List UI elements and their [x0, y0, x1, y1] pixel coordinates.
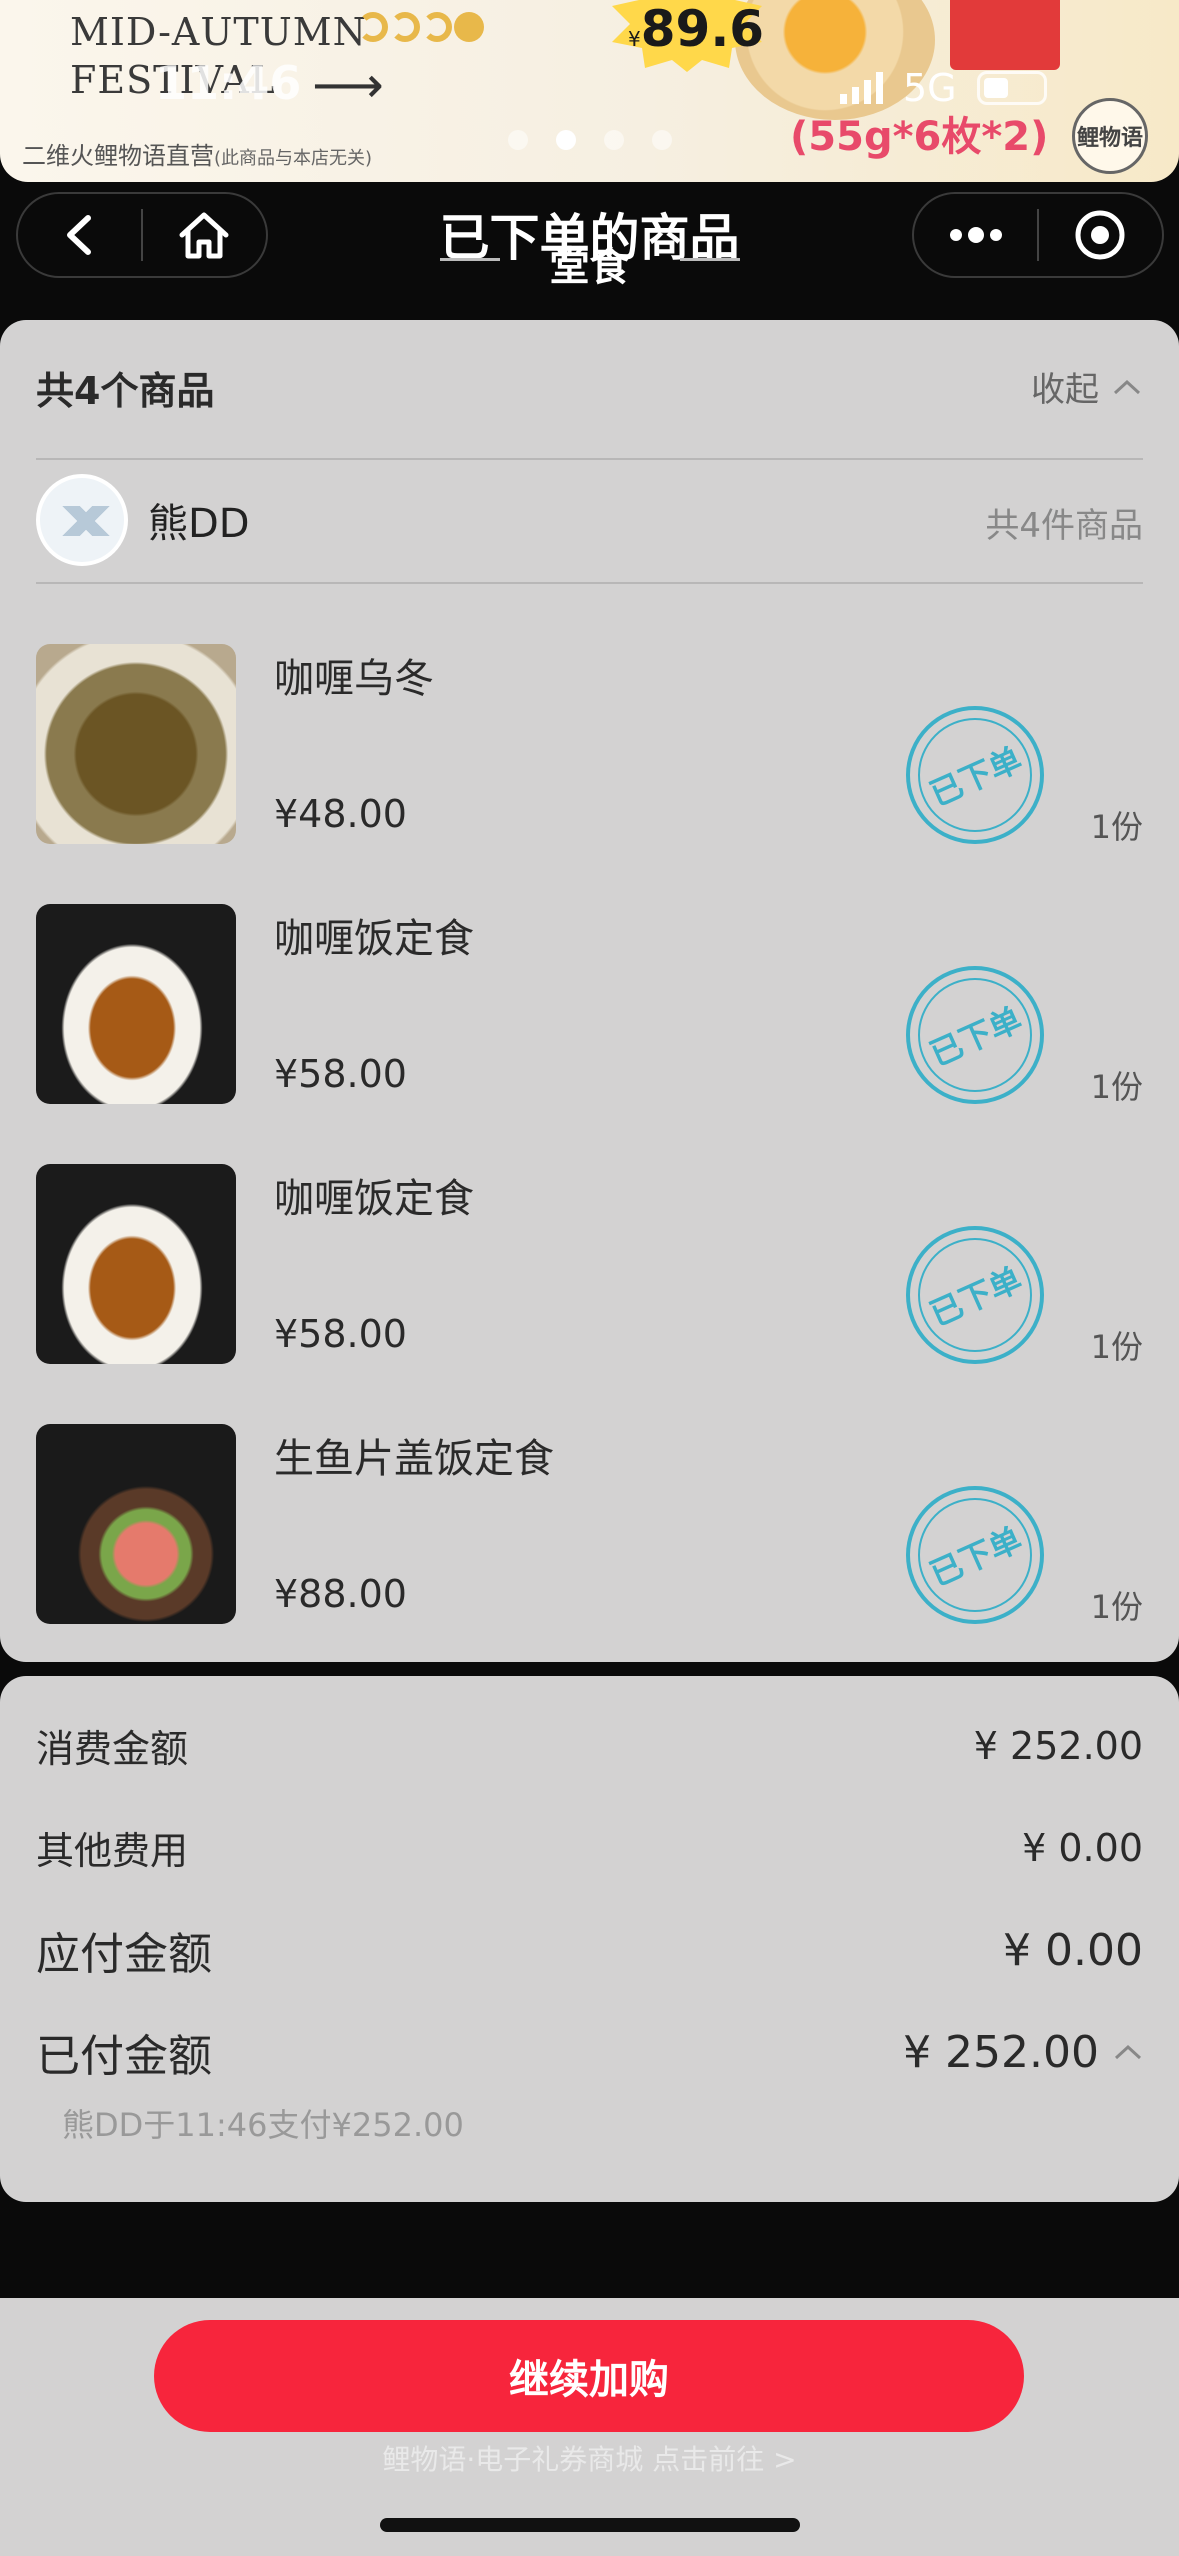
list-item[interactable]: 咖喱饭定食 ¥58.00 已下单 1份	[36, 904, 1143, 1106]
banner-price: ¥89.6	[628, 0, 764, 58]
dish-price: ¥88.00	[274, 1572, 407, 1616]
dish-name: 咖喱乌冬	[274, 656, 434, 702]
network-label: 5G	[903, 66, 957, 110]
payable-label: 应付金额	[36, 1929, 212, 1980]
banner-headline-line1: MID-AUTUMN	[70, 10, 367, 54]
dish-qty: 1份	[1090, 808, 1143, 846]
home-indicator	[380, 2518, 800, 2532]
stamp-text: 已下单	[924, 1259, 1028, 1334]
paid-value-group: ¥ 252.00	[903, 2027, 1143, 2078]
battery-icon	[976, 71, 1047, 105]
ordered-stamp: 已下单	[906, 706, 1044, 844]
banner-price-value: 89.6	[640, 0, 765, 58]
dish-price: ¥58.00	[274, 1052, 407, 1096]
dish-qty: 1份	[1090, 1328, 1143, 1366]
payable-row: 应付金额 ¥ 0.00	[36, 1918, 1143, 1982]
consume-value: ¥ 252.00	[973, 1723, 1143, 1768]
ordered-stamp: 已下单	[906, 966, 1044, 1104]
banner-spec: (55g*6枚*2)	[790, 114, 1049, 160]
avatar	[36, 474, 128, 566]
list-item[interactable]: 咖喱乌冬 ¥48.00 已下单 1份	[36, 644, 1143, 846]
more-button[interactable]	[914, 194, 1037, 276]
paid-row[interactable]: 已付金额 ¥ 252.00	[36, 2020, 1143, 2084]
chevron-up-icon	[1114, 2044, 1142, 2060]
banner-shop-note: (此商品与本店无关)	[214, 148, 373, 169]
mall-link[interactable]: 鲤物语·电子礼券商城 点击前往 >	[0, 2438, 1179, 2478]
stamp-text: 已下单	[924, 999, 1028, 1074]
payable-value: ¥ 0.00	[1003, 1924, 1143, 1976]
bottom-bar: 继续加购 鲤物语·电子礼券商城 点击前往 >	[0, 2298, 1179, 2556]
stamp-text: 已下单	[924, 1519, 1028, 1594]
ordered-stamp: 已下单	[906, 1226, 1044, 1364]
chevron-up-icon	[1113, 379, 1141, 394]
close-miniapp-button[interactable]	[1039, 194, 1162, 276]
orderer-item-count: 共4件商品	[985, 506, 1143, 546]
dish-name: 咖喱饭定食	[274, 1176, 474, 1222]
moon-phase-icon	[358, 12, 484, 42]
nav-capsule-right	[912, 192, 1164, 278]
orderer-name: 熊DD	[148, 501, 250, 547]
nav-bar: 已下单的商品 堂食	[0, 182, 1179, 318]
paid-value: ¥ 252.00	[903, 2026, 1099, 2078]
consume-row: 消费金额 ¥ 252.00	[36, 1718, 1143, 1773]
status-bar: 5G	[840, 66, 1047, 110]
list-item[interactable]: 生鱼片盖饭定食 ¥88.00 已下单 1份	[36, 1424, 1143, 1626]
more-dots-icon	[949, 227, 1002, 243]
dish-price: ¥58.00	[274, 1312, 407, 1356]
dish-qty: 1份	[1090, 1588, 1143, 1626]
orderer-row: 熊DD	[36, 474, 250, 566]
order-items-card: 共4个商品 收起 熊DD 共4件商品 咖喱乌冬 ¥48.00 已下单 1份 咖喱…	[0, 320, 1179, 1662]
promo-banner[interactable]: MID-AUTUMN FESTIVAL ⟶ 11:46 二维火鲤物语直营(此商品…	[0, 0, 1179, 182]
other-fee-label: 其他费用	[36, 1829, 189, 1873]
gift-box-image	[950, 0, 1060, 70]
other-fee-row: 其他费用 ¥ 0.00	[36, 1820, 1143, 1875]
signal-icon	[840, 72, 883, 104]
dish-price: ¥48.00	[274, 792, 407, 836]
status-time: 11:46	[155, 56, 302, 110]
paid-label: 已付金额	[36, 2031, 212, 2082]
items-summary: 共4个商品	[36, 369, 215, 413]
dish-image	[36, 1424, 236, 1624]
dish-image	[36, 904, 236, 1104]
other-fee-value: ¥ 0.00	[1022, 1825, 1143, 1870]
stamp-text: 已下单	[924, 739, 1028, 814]
dish-image	[36, 644, 236, 844]
dish-image	[36, 1164, 236, 1364]
banner-shop-label: 二维火鲤物语直营	[22, 142, 214, 170]
ordered-stamp: 已下单	[906, 1486, 1044, 1624]
brand-logo: 鲤物语	[1072, 98, 1148, 174]
consume-label: 消费金额	[36, 1727, 189, 1771]
target-icon	[1075, 210, 1125, 260]
banner-price-prefix: ¥	[628, 27, 641, 51]
dish-name: 生鱼片盖饭定食	[274, 1436, 554, 1482]
collapse-label: 收起	[1031, 370, 1099, 410]
continue-order-button[interactable]: 继续加购	[154, 2320, 1024, 2432]
collapse-button[interactable]: 收起	[1031, 362, 1143, 411]
payment-summary-card: 消费金额 ¥ 252.00 其他费用 ¥ 0.00 应付金额 ¥ 0.00 已付…	[0, 1676, 1179, 2202]
dish-name: 咖喱饭定食	[274, 916, 474, 962]
arrow-right-icon: ⟶	[312, 56, 384, 114]
dish-qty: 1份	[1090, 1068, 1143, 1106]
banner-shop-name: 二维火鲤物语直营(此商品与本店无关)	[22, 136, 372, 171]
paid-note: 熊DD于11:46支付¥252.00	[62, 2106, 464, 2144]
list-item[interactable]: 咖喱饭定食 ¥58.00 已下单 1份	[36, 1164, 1143, 1366]
carousel-dots	[508, 130, 672, 150]
